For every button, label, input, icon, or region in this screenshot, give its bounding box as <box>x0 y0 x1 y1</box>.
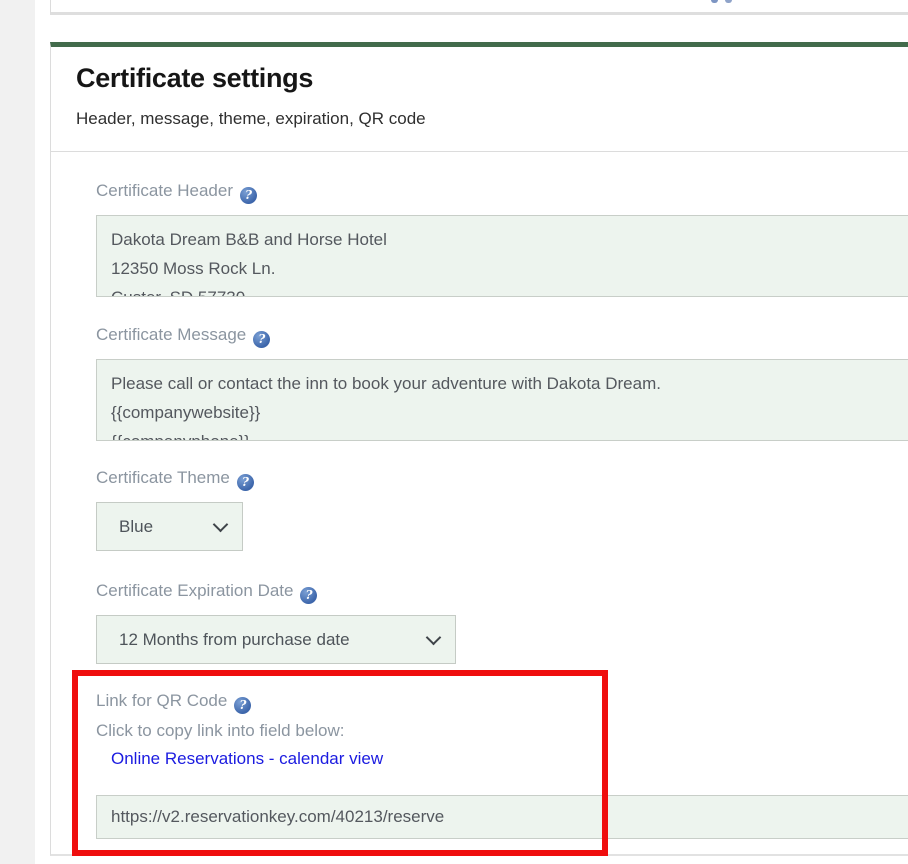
qr-link-input[interactable] <box>96 795 908 839</box>
card-header: Certificate settings Header, message, th… <box>51 47 908 152</box>
help-icon[interactable]: ? <box>234 697 251 714</box>
chevron-down-icon <box>426 629 442 645</box>
certificate-header-textarea[interactable]: Dakota Dream B&B and Horse Hotel 12350 M… <box>96 215 908 297</box>
qr-link-label-text: Link for QR Code <box>96 691 227 710</box>
certificate-theme-select[interactable]: Blue <box>96 502 243 551</box>
qr-link-label: Link for QR Code? <box>96 690 908 714</box>
certificate-expiration-label-text: Certificate Expiration Date <box>96 581 293 600</box>
certificate-header-label: Certificate Header? <box>96 180 908 204</box>
help-icon[interactable]: ? <box>253 331 270 348</box>
previous-card-remnant <box>50 0 908 15</box>
certificate-message-label: Certificate Message? <box>96 324 908 348</box>
certificate-settings-card: Certificate settings Header, message, th… <box>50 42 908 856</box>
help-icon[interactable]: ? <box>300 587 317 604</box>
certificate-theme-label-text: Certificate Theme <box>96 468 230 487</box>
page-left-gutter <box>0 0 35 864</box>
page-subtitle: Header, message, theme, expiration, QR c… <box>76 109 908 129</box>
certificate-message-label-text: Certificate Message <box>96 325 246 344</box>
certificate-expiration-group: Certificate Expiration Date? 12 Months f… <box>96 580 908 664</box>
certificate-expiration-select[interactable]: 12 Months from purchase date <box>96 615 456 664</box>
certificate-expiration-label: Certificate Expiration Date? <box>96 580 908 604</box>
certificate-header-label-text: Certificate Header <box>96 181 233 200</box>
page-title: Certificate settings <box>76 63 908 94</box>
qr-code-group: Link for QR Code? Click to copy link int… <box>96 690 908 839</box>
certificate-header-group: Certificate Header? Dakota Dream B&B and… <box>96 180 908 297</box>
certificate-message-group: Certificate Message? Please call or cont… <box>96 324 908 441</box>
certificate-theme-group: Certificate Theme? Blue <box>96 467 908 551</box>
settings-form: Certificate Header? Dakota Dream B&B and… <box>51 152 908 839</box>
help-icon[interactable]: ? <box>240 187 257 204</box>
certificate-expiration-selected-value: 12 Months from purchase date <box>119 630 350 650</box>
chevron-down-icon <box>213 516 229 532</box>
online-reservations-link[interactable]: Online Reservations - calendar view <box>111 748 383 770</box>
qr-copy-instruction: Click to copy link into field below: <box>96 720 908 742</box>
certificate-theme-label: Certificate Theme? <box>96 467 908 491</box>
help-icon[interactable]: ? <box>237 474 254 491</box>
certificate-message-textarea[interactable]: Please call or contact the inn to book y… <box>96 359 908 441</box>
certificate-theme-selected-value: Blue <box>119 517 153 537</box>
